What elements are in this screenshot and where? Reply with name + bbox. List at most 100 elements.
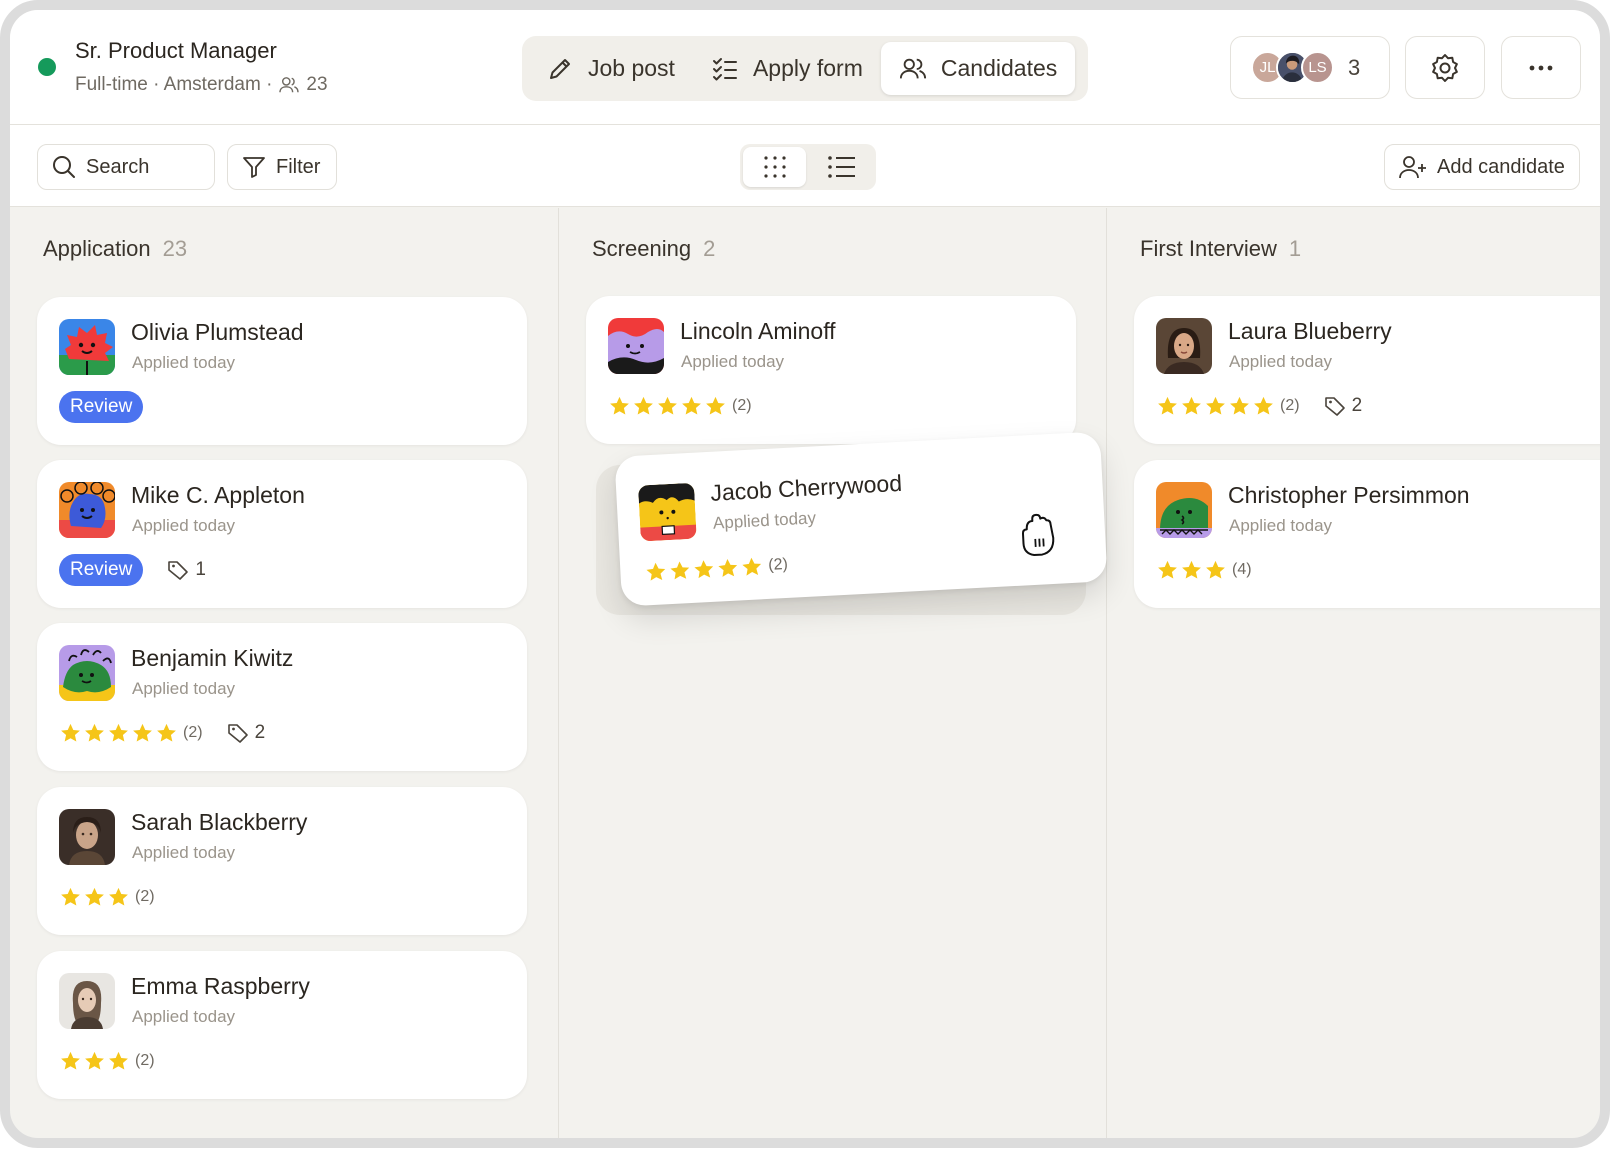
star-icon [1254,396,1273,415]
add-candidate-label: Add candidate [1437,155,1565,178]
list-icon [827,156,855,178]
candidate-name: Jacob Cherrywood [709,469,903,506]
column-count: 2 [703,236,716,261]
candidate-name: Christopher Persimmon [1228,482,1470,508]
column-title: First Interview [1140,236,1277,261]
candidate-applied: Applied today [681,352,785,371]
search-placeholder: Search [86,155,150,178]
star-icon [634,396,653,415]
avatar [1156,482,1212,538]
candidate-applied: Applied today [132,353,236,372]
star-icon [706,396,725,415]
star-icon [1158,396,1177,415]
kanban-board: Application 23 Olivia Plumstead Applied t… [10,208,1600,1138]
tab-job-post-label: Job post [588,55,675,81]
star-icon [1182,560,1201,579]
tag-icon [168,561,189,580]
candidate-applied: Applied today [1229,516,1333,535]
column-count: 1 [1288,236,1302,261]
star-rating: (2) [608,395,752,418]
search-input[interactable]: Search [37,144,215,190]
settings-button[interactable] [1405,36,1485,99]
add-candidate-button[interactable]: Add candidate [1384,144,1580,190]
more-options-button[interactable] [1501,36,1581,99]
grab-cursor-icon [1021,513,1055,556]
candidate-card[interactable]: Benjamin Kiwitz Applied today (2) 2 [37,623,527,771]
filter-button[interactable]: Filter [227,144,337,190]
job-status-indicator [38,58,56,76]
star-icon [157,723,176,742]
candidate-card[interactable]: Laura Blueberry Applied today (2) 2 [1134,296,1600,444]
avatar: LS [1301,51,1334,84]
candidate-card[interactable]: Mike C. Appleton Applied today Review 1 [37,460,527,608]
search-icon [53,156,75,178]
candidate-card[interactable]: Lincoln Aminoff Applied today (2) [586,296,1076,444]
column-screening: Screening 2 Lincoln Aminoff Applied today… [559,208,1107,1138]
users-icon [279,77,300,93]
star-icon [85,887,104,906]
tag-count: 2 [1324,395,1363,417]
checklist-icon [712,57,737,80]
job-candidate-count: 23 [306,74,328,95]
tag-icon [1324,397,1345,416]
team-members-button[interactable]: JL LS 3 [1230,36,1390,99]
candidate-name: Benjamin Kiwitz [131,645,294,671]
tag-count-value: 2 [1351,395,1363,416]
column-header: Application 23 [43,236,187,262]
pencil-icon [550,58,570,79]
star-icon [61,723,80,742]
avatar [1156,318,1212,374]
candidate-card[interactable]: Christopher Persimmon Applied today (4) [1134,460,1600,608]
team-count: 3 [1348,54,1361,80]
avatar [59,809,115,865]
candidate-applied: Applied today [1229,352,1333,371]
card-meta: (2) [644,548,789,589]
tag-count-value: 1 [195,559,206,580]
column-count: 23 [162,236,188,261]
candidate-applied: Applied today [132,679,236,698]
tab-job-post[interactable]: Job post [528,42,693,95]
column-header: First Interview 1 [1140,236,1301,262]
rating-count: (2) [183,724,203,741]
candidate-name: Olivia Plumstead [131,319,304,345]
section-tabs: Job post Apply form Candidates [522,36,1088,101]
job-meta-text: Full-time · Amsterdam · [75,74,273,95]
tab-candidates[interactable]: Candidates [880,42,1076,95]
filter-label: Filter [276,155,321,178]
job-title[interactable]: Sr. Product Manager [75,38,277,64]
star-rating: (2) [59,1050,155,1073]
board-view-button[interactable] [743,147,806,187]
candidate-applied: Applied today [132,516,236,535]
star-rating: (2) [644,553,789,583]
avatar [637,482,697,542]
candidate-applied: Applied today [712,508,817,533]
add-user-icon [1399,156,1426,179]
candidate-card[interactable]: Olivia Plumstead Applied today Review [37,297,527,445]
candidate-name: Mike C. Appleton [131,482,305,508]
tab-candidates-label: Candidates [940,55,1058,81]
avatar [59,319,115,375]
app-window: Sr. Product Manager Full-time · Amsterda… [0,0,1610,1148]
card-meta: (2) [59,1044,155,1078]
top-bar: Sr. Product Manager Full-time · Amsterda… [10,10,1600,125]
candidate-card[interactable]: Emma Raspberry Applied today (2) [37,951,527,1099]
candidate-card[interactable]: Sarah Blackberry Applied today (2) [37,787,527,935]
star-icon [670,560,690,579]
star-rating: (2) [1156,395,1300,418]
tag-count: 1 [167,559,206,581]
users-icon [899,58,926,78]
tab-apply-form[interactable]: Apply form [693,42,881,95]
star-icon [1206,396,1225,415]
rating-count: (2) [135,1052,155,1069]
filter-icon [243,157,265,178]
candidate-name: Laura Blueberry [1228,318,1392,344]
candidate-name: Sarah Blackberry [131,809,308,835]
star-rating: (4) [1156,559,1252,582]
rating-count: (2) [732,397,752,414]
star-icon [1230,396,1249,415]
list-view-button[interactable] [810,147,873,187]
star-icon [133,723,152,742]
star-rating: (2) [59,886,155,909]
candidate-name: Emma Raspberry [131,973,310,999]
dragged-candidate-card[interactable]: Jacob Cherrywood Applied today (2) [614,431,1108,607]
